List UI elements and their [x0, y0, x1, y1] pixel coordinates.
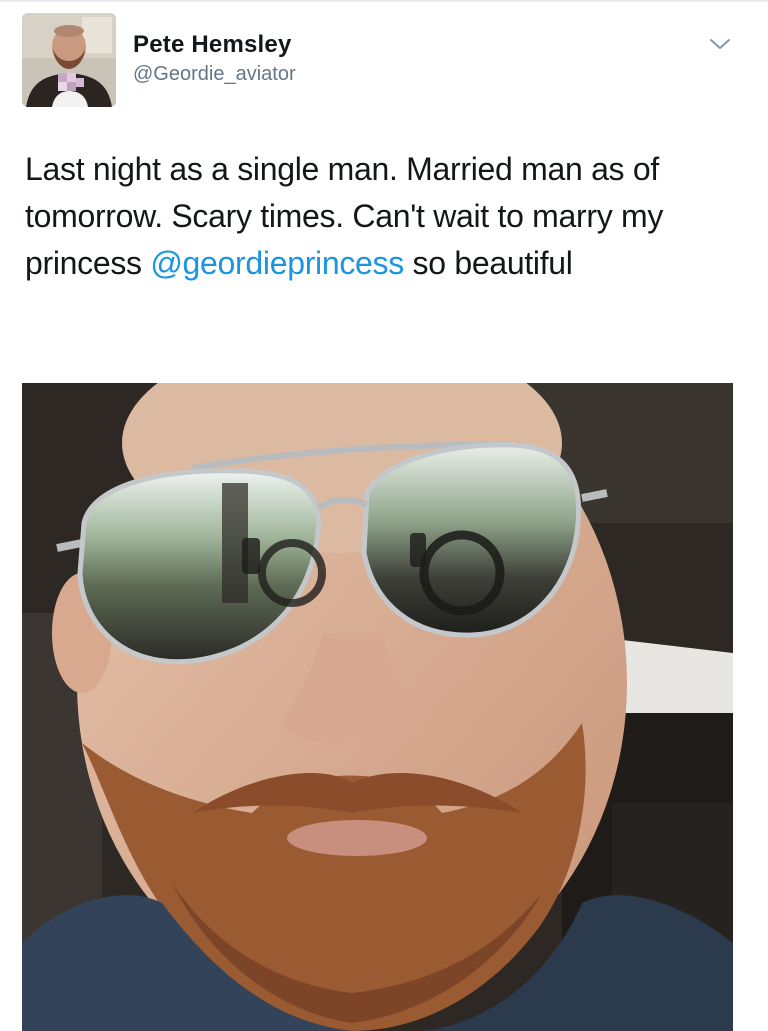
- user-handle[interactable]: @Geordie_aviator: [133, 63, 296, 86]
- chevron-down-icon[interactable]: [708, 36, 732, 52]
- tweet-card: Pete Hemsley @Geordie_aviator Last night…: [0, 0, 768, 1031]
- selfie-photo: [22, 383, 733, 1031]
- display-name[interactable]: Pete Hemsley: [133, 31, 292, 59]
- divider: [0, 0, 768, 2]
- tweet-photo[interactable]: [22, 383, 733, 1031]
- mention-link[interactable]: @geordieprincess: [150, 245, 404, 281]
- avatar-image: [22, 13, 116, 107]
- tweet-text-end: so beautiful: [403, 245, 573, 281]
- tweet-text: Last night as a single man. Married man …: [25, 146, 735, 287]
- avatar[interactable]: [22, 13, 116, 107]
